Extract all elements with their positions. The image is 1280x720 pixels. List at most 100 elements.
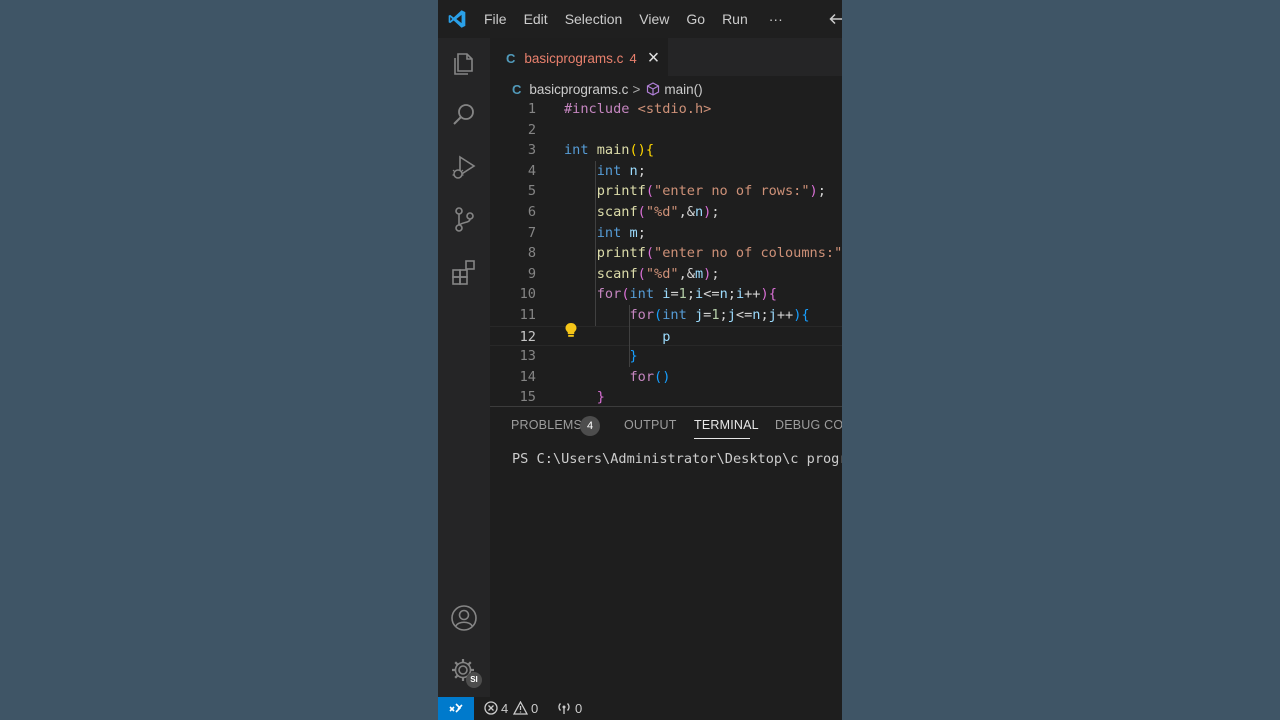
code-token: "enter no of coloumns:"	[654, 245, 842, 262]
breadcrumb-separator: >	[632, 81, 641, 97]
code-token: main	[596, 142, 630, 159]
code-text: int n;	[564, 161, 646, 182]
panel-tab-output[interactable]: OUTPUT	[624, 418, 677, 432]
code-token: )	[662, 368, 671, 385]
problems-count-badge: 4	[580, 416, 600, 436]
code-token: ()	[629, 142, 646, 159]
c-file-icon: C	[512, 81, 522, 97]
bottom-panel: PROBLEMS 4 OUTPUT TERMINAL DEBUG CON PS …	[490, 406, 842, 698]
active-tab-underline	[694, 438, 750, 439]
remote-indicator-icon[interactable]	[438, 697, 474, 720]
code-token: for	[629, 368, 655, 385]
code-line[interactable]: 3 int main(){	[490, 140, 842, 161]
terminal-output[interactable]: PS C:\Users\Administrator\Desktop\c prog…	[512, 451, 842, 467]
code-text: printf("enter no of rows:");	[564, 181, 826, 202]
menu-file[interactable]: File	[484, 11, 507, 27]
menu-edit[interactable]: Edit	[524, 11, 548, 27]
breadcrumb-file[interactable]: basicprograms.c	[529, 82, 628, 97]
close-icon[interactable]: ×	[648, 48, 660, 68]
code-token: ;	[817, 183, 826, 200]
menu-selection[interactable]: Selection	[565, 11, 623, 27]
lightbulb-icon[interactable]	[564, 322, 578, 338]
error-circle-icon[interactable]	[484, 701, 498, 715]
line-number: 3	[527, 142, 536, 159]
c-file-icon: C	[506, 50, 516, 66]
run-debug-icon[interactable]	[450, 153, 478, 181]
menu-run[interactable]: Run	[722, 11, 748, 27]
panel-tab-problems[interactable]: PROBLEMS	[511, 418, 582, 432]
code-token: m	[694, 265, 704, 282]
code-line[interactable]: 8 printf("enter no of coloumns:"	[490, 243, 842, 264]
code-token: ,&	[678, 265, 695, 282]
code-line[interactable]: 10 for(int i=1;i<=n;i++){	[490, 284, 842, 305]
line-number: 1	[527, 101, 536, 117]
code-line[interactable]: 6 scanf("%d",&n);	[490, 202, 842, 223]
code-token: (	[637, 204, 646, 220]
ports-count[interactable]: 0	[575, 701, 582, 716]
warning-count[interactable]: 0	[531, 701, 538, 716]
vscode-logo-icon[interactable]	[447, 9, 467, 29]
code-token: n	[719, 286, 728, 303]
code-token: scanf	[596, 204, 638, 220]
tab-problem-count: 4	[629, 50, 637, 66]
account-icon[interactable]	[450, 604, 478, 632]
code-token: m	[629, 224, 638, 241]
account-badge: SI	[466, 672, 482, 688]
code-text: scanf("%d",&n);	[564, 202, 720, 223]
code-line[interactable]: 14 for()	[490, 367, 842, 388]
code-line[interactable]: 2	[490, 120, 842, 141]
vscode-window: File Edit Selection View Go Run ··· SI C…	[438, 0, 842, 720]
code-token: #include	[564, 101, 638, 117]
code-token: (	[621, 286, 630, 303]
code-text: printf("enter no of coloumns:"	[564, 243, 842, 264]
code-token: }	[629, 348, 638, 365]
code-line[interactable]: 4 int n;	[490, 161, 842, 182]
code-text: for(int j=1;j<=n;j++){	[564, 305, 810, 326]
title-bar: File Edit Selection View Go Run ···	[438, 0, 842, 38]
tab-strip: C basicprograms.c 4 ×	[490, 38, 842, 77]
ports-antenna-icon[interactable]	[556, 701, 572, 715]
breadcrumb-symbol[interactable]: main()	[664, 82, 702, 97]
code-token: <=	[703, 286, 720, 303]
code-text: int m;	[564, 223, 646, 244]
source-control-icon[interactable]	[450, 205, 478, 233]
code-token: n	[629, 162, 638, 179]
code-line[interactable]: 12 p	[490, 325, 842, 347]
code-token: for	[596, 286, 622, 303]
code-line[interactable]: 1 #include <stdio.h>	[490, 99, 842, 120]
code-token: "%d"	[645, 204, 679, 220]
menu-go[interactable]: Go	[686, 11, 705, 27]
warning-triangle-icon[interactable]	[512, 700, 529, 715]
code-line[interactable]: 13 }	[490, 346, 842, 367]
code-text: for()	[564, 367, 670, 388]
search-icon[interactable]	[450, 101, 478, 129]
code-line[interactable]: 11 for(int j=1;j<=n;j++){	[490, 305, 842, 326]
code-token: (	[645, 183, 655, 200]
menu-view[interactable]: View	[639, 11, 669, 27]
code-token: int	[662, 307, 695, 323]
tab-basicprograms-c[interactable]: C basicprograms.c 4 ×	[490, 38, 668, 77]
code-line[interactable]: 5 printf("enter no of rows:");	[490, 181, 842, 202]
extensions-icon[interactable]	[450, 258, 478, 286]
code-line[interactable]: 15 }	[490, 387, 842, 406]
code-token: j	[768, 307, 777, 323]
line-number: 9	[527, 265, 536, 282]
panel-tab-terminal[interactable]: TERMINAL	[694, 418, 759, 432]
panel-tab-debug-console[interactable]: DEBUG CON	[775, 418, 842, 432]
explorer-files-icon[interactable]	[450, 49, 478, 77]
menu-more[interactable]: ···	[769, 11, 783, 27]
error-count[interactable]: 4	[501, 701, 508, 716]
line-number: 7	[527, 224, 536, 241]
code-editor[interactable]: 1 #include <stdio.h> 2 3 int main(){4 int n;…	[490, 99, 842, 406]
code-token: for	[629, 307, 655, 323]
line-number: 2	[527, 121, 536, 138]
code-line[interactable]: 7 int m;	[490, 223, 842, 244]
back-arrow-icon[interactable]	[828, 11, 842, 27]
code-line[interactable]: 9 scanf("%d",&m);	[490, 264, 842, 285]
code-token: {	[801, 307, 810, 323]
